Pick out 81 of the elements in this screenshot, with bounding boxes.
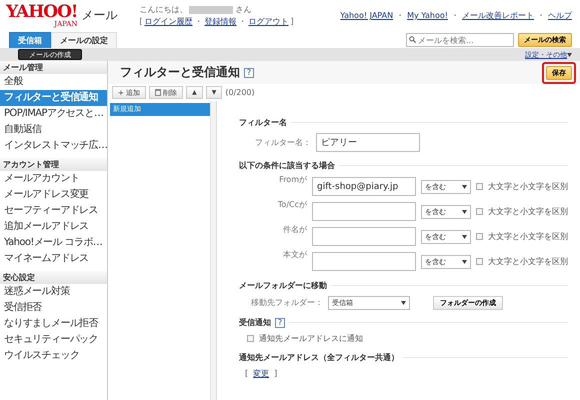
condition-field[interactable]: gift-shop@piary.jp	[312, 177, 416, 196]
checkbox-label: 大文字と小文字を区別	[488, 256, 568, 267]
field-label: Fromが	[278, 174, 307, 185]
top-link[interactable]: My Yahoo!	[407, 11, 448, 20]
tab[interactable]: メールの設定	[51, 32, 117, 48]
account-link[interactable]: ログイン履歴	[144, 16, 193, 27]
link-separator: ・	[537, 10, 545, 21]
dropdown-caret-icon	[462, 260, 467, 264]
dropdown-caret-icon	[462, 210, 467, 214]
sidebar-item[interactable]: 全般	[0, 74, 107, 90]
sidebar-item[interactable]: メールアドレス変更	[0, 187, 107, 203]
help-icon[interactable]: ?	[244, 68, 254, 78]
sidebar-item[interactable]: ウイルスチェック	[0, 348, 107, 364]
page-title: フィルターと受信通知	[120, 64, 240, 81]
change-link[interactable]: 変更	[253, 368, 270, 378]
link-separator: ・	[194, 16, 203, 27]
bracket: [	[245, 368, 248, 378]
field-label: 本文が	[282, 249, 307, 260]
link-separator: ・	[396, 10, 404, 21]
tab[interactable]: 受信箱	[9, 32, 51, 48]
checkbox[interactable]	[247, 335, 254, 342]
trash-icon	[155, 89, 162, 96]
field-label: フィルター名：	[255, 137, 311, 148]
search-field[interactable]: メールを検索...	[406, 33, 514, 47]
sidebar-item[interactable]: フィルターと受信通知	[0, 90, 107, 106]
caret-icon	[567, 52, 572, 56]
top-link[interactable]: ヘルプ	[548, 10, 572, 21]
sidebar-section-title: メール管理	[0, 61, 107, 74]
service-name: メール	[81, 7, 118, 24]
help-icon[interactable]: ?	[275, 318, 285, 328]
condition-field[interactable]	[312, 252, 416, 271]
checkbox[interactable]	[476, 233, 483, 240]
dropdown-caret-icon	[462, 234, 467, 238]
filter-name-field[interactable]: ピアリー	[316, 133, 420, 152]
account-link[interactable]: 登録情報	[204, 16, 237, 27]
sidebar-item[interactable]: 自動返信	[0, 122, 107, 138]
sidebar-item[interactable]: POP/IMAPアクセスと…	[0, 106, 107, 122]
checkbox-label: 大文字と小文字を区別	[488, 231, 568, 242]
field-label: 移動先フォルダー：	[251, 297, 323, 308]
greeting-suffix: さん	[235, 4, 252, 15]
checkbox-label: 通知先メールアドレスに通知	[259, 333, 363, 344]
sidebar-item[interactable]: 迷惑メール対策	[0, 284, 107, 300]
bracket: ]	[274, 368, 278, 378]
checkbox[interactable]	[476, 258, 483, 265]
field-label: To/Ccが	[276, 199, 307, 210]
section-heading: メールフォルダーに移動	[239, 280, 327, 291]
checkbox[interactable]	[476, 208, 483, 215]
account-link[interactable]: ログアウト	[248, 16, 289, 27]
sidebar-section-title: 安心設定	[0, 271, 107, 284]
sidebar-item[interactable]: 追加メールアドレス	[0, 219, 107, 235]
condition-field[interactable]	[312, 227, 416, 246]
sidebar-item[interactable]: メールアカウント	[0, 171, 107, 187]
sidebar-item[interactable]: インタレストマッチ広…	[0, 138, 107, 154]
sidebar-section-title: アカウント管理	[0, 158, 107, 171]
sidebar-item[interactable]: 受信拒否	[0, 300, 107, 316]
greeting-text: こんにちは、	[139, 4, 188, 15]
top-link[interactable]: Yahoo! JAPAN	[340, 11, 394, 20]
checkbox-label: 大文字と小文字を区別	[488, 206, 568, 217]
dropdown-caret-icon	[401, 300, 406, 304]
logo-wordmark[interactable]: YAHOO!	[6, 4, 78, 21]
redacted-name	[189, 6, 234, 14]
section-heading: 通知先メールアドレス（全フィルター共通）	[239, 352, 399, 363]
top-link[interactable]: メール改善レポート	[462, 10, 534, 21]
link-separator: ・	[238, 16, 247, 27]
section-heading: 以下の条件に該当する場合	[239, 160, 335, 171]
checkbox-label: 大文字と小文字を区別	[488, 181, 568, 192]
field-label: 件名が	[282, 224, 307, 235]
sidebar-item[interactable]: セーフティーアドレス	[0, 203, 107, 219]
sidebar-item[interactable]: Yahoo!メール コラボ…	[0, 235, 107, 251]
sidebar-item[interactable]: マイネームアドレス	[0, 251, 107, 267]
sidebar-item[interactable]: セキュリティーパック	[0, 332, 107, 348]
link-separator: ・	[451, 10, 459, 21]
bracket: [	[139, 17, 143, 26]
sidebar-item[interactable]: なりすましメール拒否	[0, 316, 107, 332]
bracket: ]	[290, 17, 294, 26]
filter-count: (0/200)	[225, 88, 255, 97]
section-heading: 受信通知	[239, 317, 271, 328]
section-heading: フィルター名	[239, 117, 287, 128]
dropdown-caret-icon	[462, 184, 467, 188]
condition-field[interactable]	[312, 202, 416, 221]
checkbox[interactable]	[476, 183, 483, 190]
